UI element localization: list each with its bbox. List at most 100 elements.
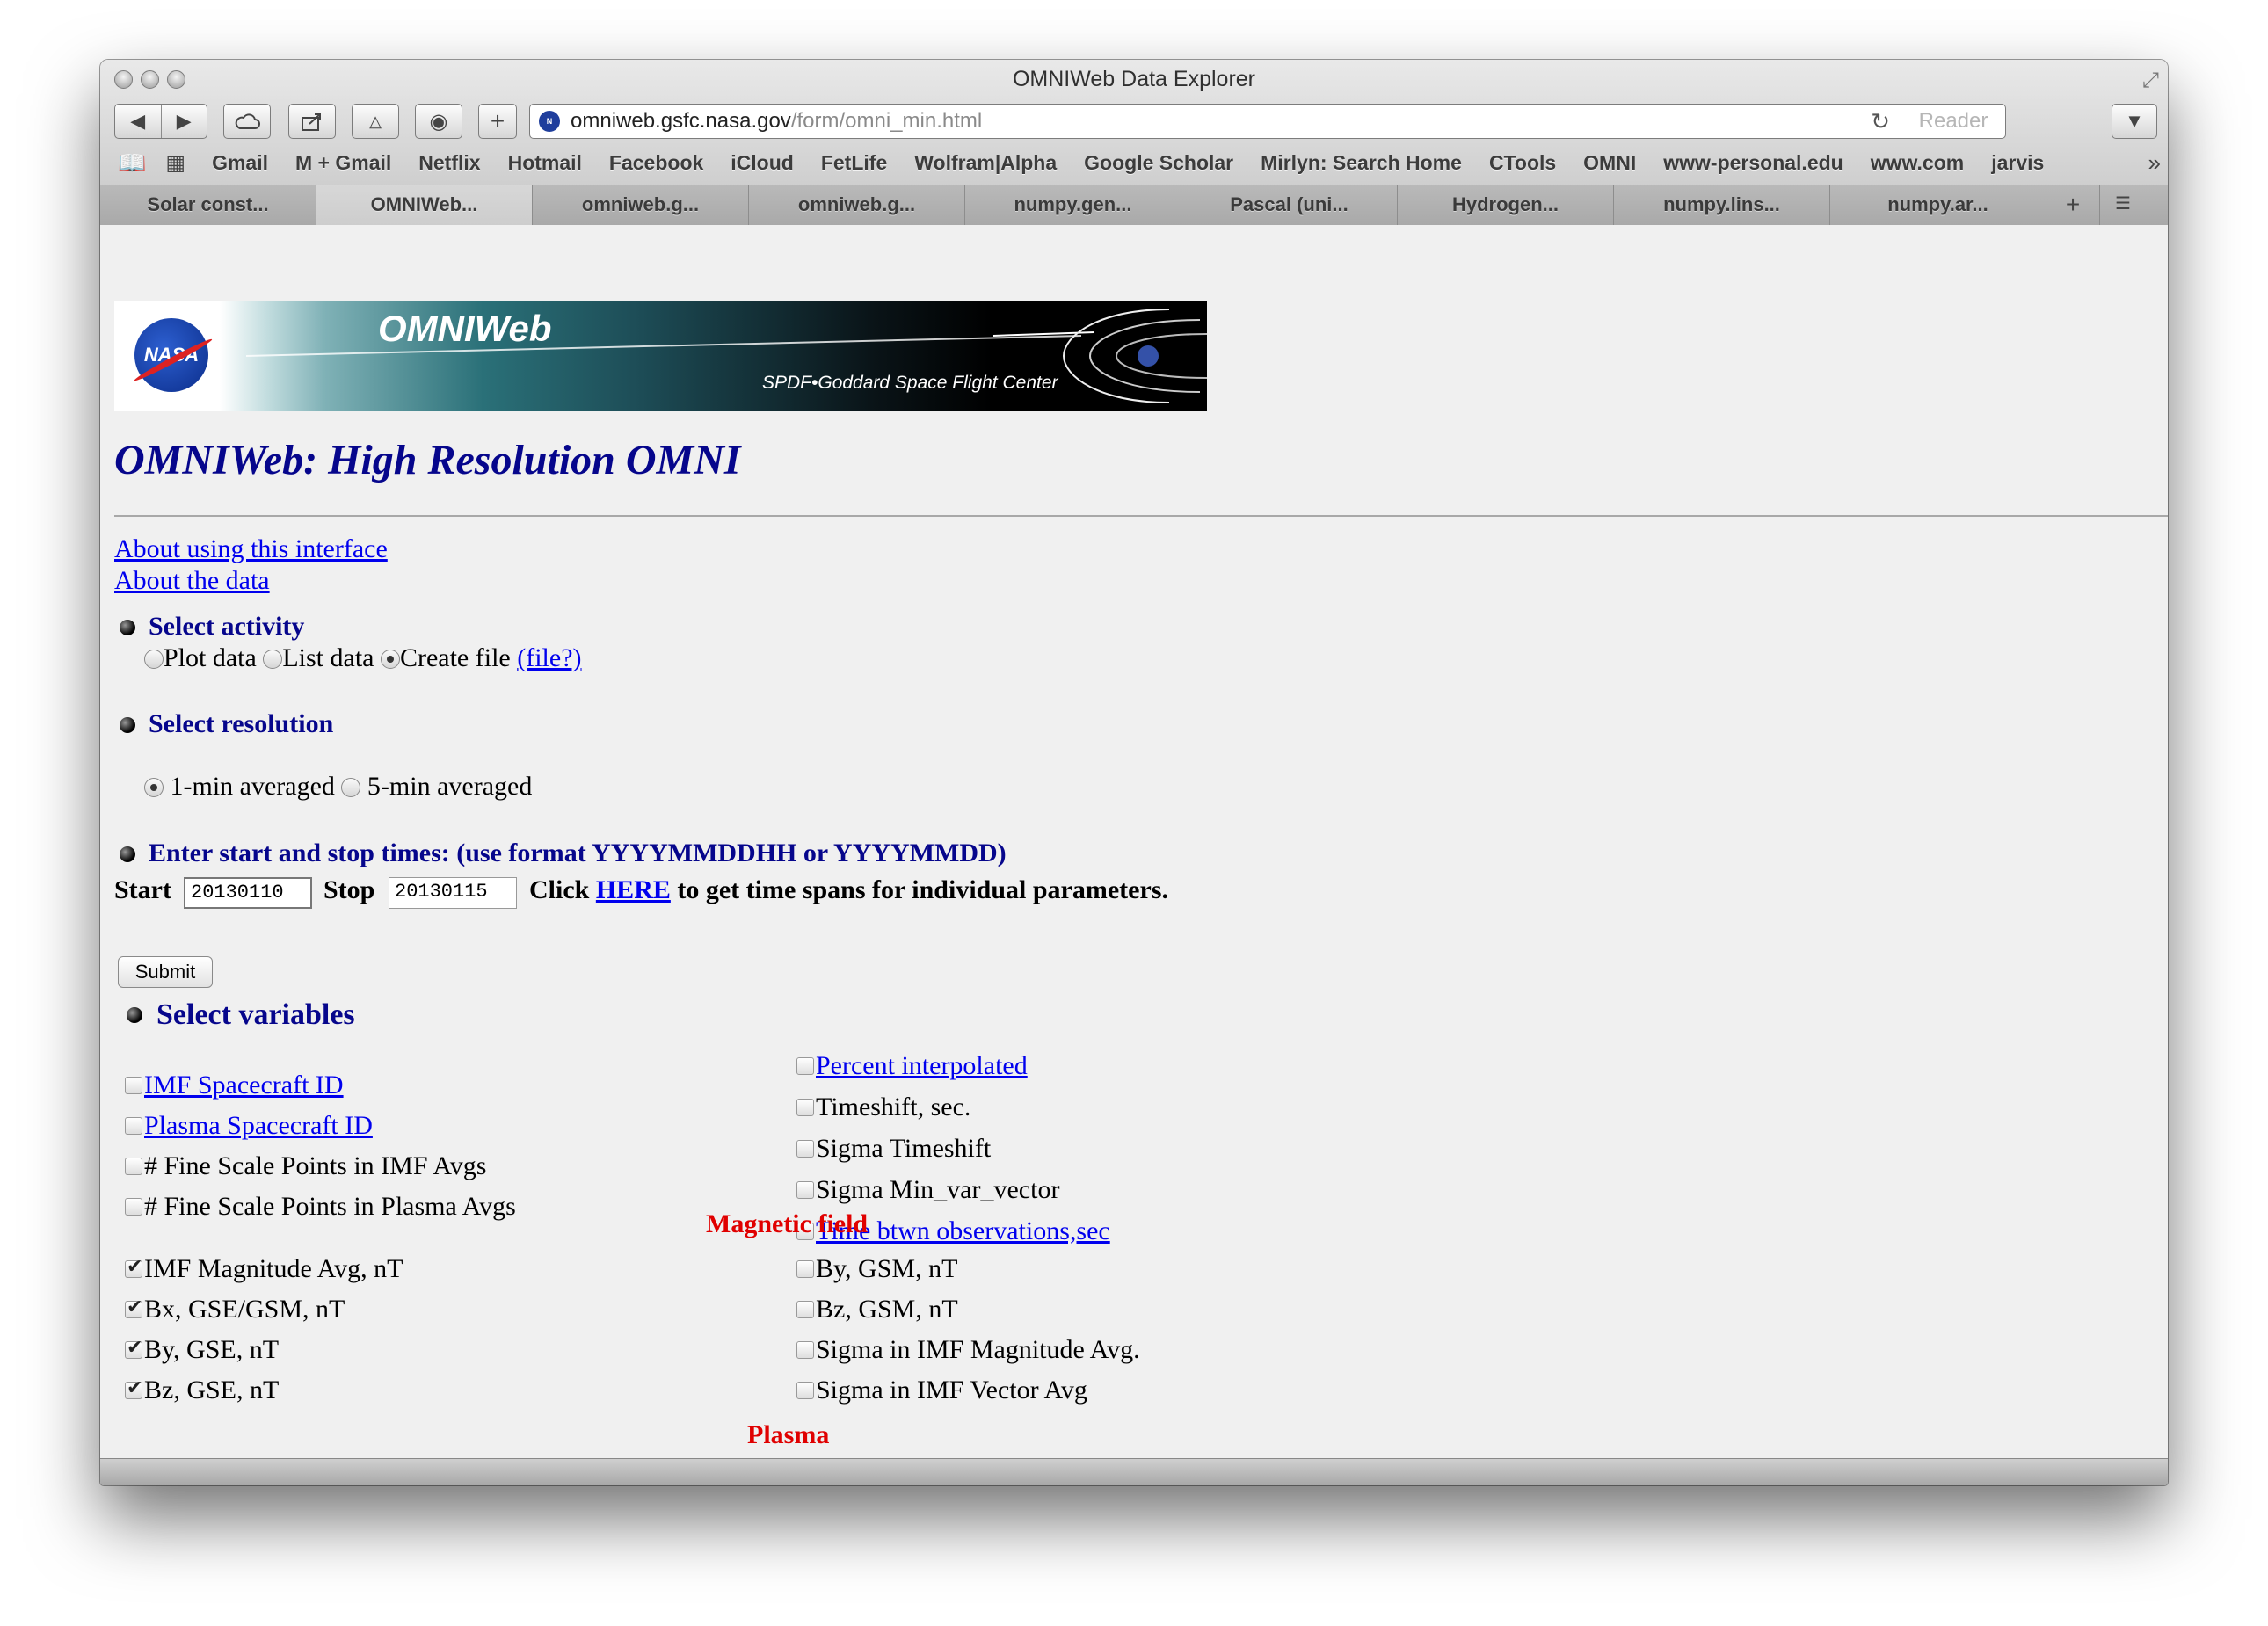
variable-checkbox[interactable]	[796, 1260, 814, 1278]
browser-tab[interactable]: numpy.gen...	[965, 185, 1181, 225]
variable-link[interactable]: Plasma Spacecraft ID	[144, 1111, 373, 1141]
variable-checkbox[interactable]	[125, 1377, 142, 1399]
fullscreen-icon[interactable]: ⤢	[2142, 69, 2159, 93]
browser-tab[interactable]: Hydrogen...	[1398, 185, 1614, 225]
downloads-button[interactable]: ▼	[2112, 104, 2157, 139]
bookmark-item[interactable]: Wolfram|Alpha	[914, 151, 1057, 175]
magnetic-field-heading: Magnetic field	[706, 1209, 869, 1238]
create-file-radio[interactable]	[380, 650, 400, 669]
browser-tab[interactable]: omniweb.g...	[749, 185, 965, 225]
variable-checkbox[interactable]	[125, 1117, 142, 1135]
variable-option: By, GSM, nT	[796, 1254, 957, 1284]
bookmark-item[interactable]: Facebook	[609, 151, 703, 175]
variable-link[interactable]: IMF Spacecraft ID	[144, 1071, 344, 1100]
bookmark-item[interactable]: www-personal.edu	[1663, 151, 1843, 175]
section-bullet-icon	[127, 1007, 142, 1023]
bookmark-item[interactable]: Google Scholar	[1084, 151, 1233, 175]
variable-option: IMF Magnitude Avg, nT	[125, 1254, 403, 1284]
browser-tab[interactable]: Solar const...	[100, 185, 316, 225]
variable-checkbox[interactable]	[796, 1140, 814, 1158]
browser-tab[interactable]: omniweb.g...	[533, 185, 749, 225]
add-bookmark-button[interactable]: +	[478, 104, 517, 139]
nasa-logo: NASA	[134, 318, 208, 392]
new-tab-button[interactable]: +	[2046, 185, 2100, 225]
start-time-input[interactable]: 20130110	[184, 877, 312, 909]
about-data-link[interactable]: About the data	[114, 566, 270, 596]
variable-option: # Fine Scale Points in IMF Avgs	[125, 1151, 486, 1181]
resolution-options: 1-min averaged 5-min averaged	[144, 772, 532, 802]
activity-heading: Select activity	[149, 612, 305, 641]
variable-label: # Fine Scale Points in IMF Avgs	[144, 1151, 487, 1180]
plus-icon: +	[490, 107, 505, 134]
bookmark-item[interactable]: Gmail	[212, 151, 268, 175]
about-interface-link[interactable]: About using this interface	[114, 534, 388, 564]
variable-checkbox[interactable]	[125, 1337, 142, 1359]
bookmark-item[interactable]: OMNI	[1583, 151, 1636, 175]
ghostery-button[interactable]: ◉	[415, 104, 462, 139]
activity-options: Plot data List data Create file (file?)	[144, 643, 582, 673]
plot-data-radio[interactable]	[144, 650, 164, 669]
browser-tab[interactable]: numpy.lins...	[1614, 185, 1830, 225]
reload-icon[interactable]: ↻	[1871, 108, 1890, 135]
one-min-label: 1-min averaged	[170, 772, 335, 801]
file-help-link[interactable]: (file?)	[517, 643, 581, 672]
bookmark-item[interactable]: Netflix	[418, 151, 480, 175]
stop-time-input[interactable]: 20130115	[389, 877, 517, 909]
section-bullet-icon	[120, 846, 135, 862]
bookmark-item[interactable]: M + Gmail	[295, 151, 391, 175]
browser-tab[interactable]: Pascal (uni...	[1181, 185, 1398, 225]
variable-checkbox[interactable]	[125, 1158, 142, 1175]
variable-checkbox[interactable]	[796, 1057, 814, 1075]
variable-option: Bz, GSE, nT	[125, 1376, 279, 1405]
bookmark-item[interactable]: Hotmail	[508, 151, 582, 175]
glasses-icon: △	[369, 112, 382, 130]
variable-checkbox[interactable]	[796, 1341, 814, 1359]
variable-checkbox[interactable]	[125, 1077, 142, 1094]
variable-option: Bz, GSM, nT	[796, 1295, 958, 1325]
reader-button[interactable]: Reader	[1901, 105, 2005, 138]
variable-link[interactable]: Percent interpolated	[816, 1051, 1028, 1081]
variable-checkbox[interactable]	[125, 1256, 142, 1278]
browser-tab[interactable]: OMNIWeb...	[316, 185, 533, 225]
five-min-radio[interactable]	[341, 778, 361, 797]
variable-label: Timeshift, sec.	[816, 1092, 971, 1122]
browser-chrome: OMNIWeb Data Explorer ⤢ ◀ ▶ △ ◉ + N omni…	[100, 60, 2168, 225]
bookmark-item[interactable]: Mirlyn: Search Home	[1261, 151, 1462, 175]
status-bar	[100, 1458, 2168, 1485]
banner-title: OMNIWeb	[378, 308, 552, 349]
one-min-radio[interactable]	[144, 778, 164, 797]
back-button[interactable]: ◀	[115, 110, 161, 133]
submit-button[interactable]: Submit	[118, 956, 213, 988]
reading-list-button[interactable]: △	[352, 104, 399, 139]
variable-checkbox[interactable]	[796, 1301, 814, 1318]
variable-option: IMF Spacecraft ID	[125, 1071, 344, 1100]
bookmark-item[interactable]: FetLife	[821, 151, 887, 175]
variable-checkbox[interactable]	[796, 1181, 814, 1199]
address-bar[interactable]: N omniweb.gsfc.nasa.gov/form/omni_min.ht…	[529, 104, 2006, 139]
share-button[interactable]	[288, 104, 336, 139]
bookmarks-bar: 📖 ▦ Gmail M + Gmail Netflix Hotmail Facebook…	[100, 145, 2168, 180]
window-title: OMNIWeb Data Explorer	[1012, 67, 1255, 91]
icloud-tabs-button[interactable]	[223, 104, 271, 139]
bookmark-item[interactable]: jarvis	[1991, 151, 2044, 175]
page-title: OMNIWeb: High Resolution OMNI	[114, 437, 741, 483]
variable-checkbox[interactable]	[796, 1099, 814, 1116]
browser-tab[interactable]: numpy.ar...	[1830, 185, 2046, 225]
more-bookmarks-icon[interactable]: »	[2148, 149, 2161, 177]
here-link[interactable]: HERE	[596, 875, 671, 904]
forward-button[interactable]: ▶	[162, 110, 207, 133]
top-sites-icon[interactable]: ▦	[165, 150, 185, 176]
list-data-radio[interactable]	[263, 650, 283, 669]
variable-option: Timeshift, sec.	[796, 1092, 970, 1122]
book-icon[interactable]: 📖	[118, 149, 146, 177]
bookmark-item[interactable]: CTools	[1489, 151, 1556, 175]
tab-overview-icon[interactable]: ☰	[2100, 185, 2146, 225]
variable-checkbox[interactable]	[125, 1296, 142, 1318]
magnetosphere-graphic	[245, 309, 1207, 403]
bookmark-item[interactable]: iCloud	[731, 151, 794, 175]
variable-checkbox[interactable]	[125, 1198, 142, 1216]
bookmark-item[interactable]: www.com	[1871, 151, 1965, 175]
time-spans-line: Click HERE to get time spans for individ…	[529, 875, 1168, 905]
variable-checkbox[interactable]	[796, 1382, 814, 1399]
cloud-icon	[235, 113, 260, 129]
